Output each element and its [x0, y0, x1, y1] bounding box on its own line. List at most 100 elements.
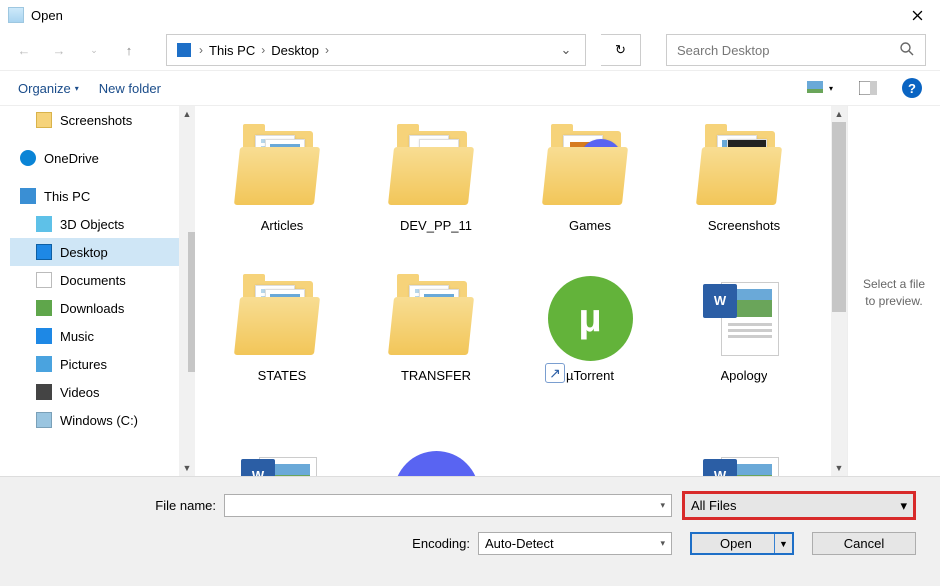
chevron-down-icon: ▾: [75, 84, 79, 93]
file-label: Articles: [261, 218, 304, 233]
tree-item-label: Pictures: [60, 357, 107, 372]
vid-icon: [36, 384, 52, 400]
encoding-value: Auto-Detect: [485, 536, 660, 551]
tree-item-desktop[interactable]: Desktop: [10, 238, 195, 266]
file-item[interactable]: [361, 421, 511, 476]
organize-label: Organize: [18, 81, 71, 96]
tree-item-screenshots[interactable]: Screenshots: [10, 106, 195, 134]
file-item[interactable]: Games: [515, 121, 665, 271]
file-item[interactable]: W Apology: [669, 271, 819, 421]
file-label: µTorrent: [566, 368, 614, 383]
encoding-select[interactable]: Auto-Detect ▾: [478, 532, 672, 555]
titlebar: Open: [0, 0, 940, 30]
back-button[interactable]: ←: [14, 40, 34, 60]
file-item[interactable]: STATES: [207, 271, 357, 421]
file-item[interactable]: Screenshots: [669, 121, 819, 271]
tree-item-3d-objects[interactable]: 3D Objects: [10, 210, 195, 238]
breadcrumb-this-pc[interactable]: This PC: [207, 41, 257, 60]
new-folder-button[interactable]: New folder: [99, 81, 161, 96]
view-mode-button[interactable]: ▾: [806, 76, 834, 100]
tree-item-onedrive[interactable]: OneDrive: [10, 144, 195, 172]
close-button[interactable]: [895, 0, 940, 30]
file-thumbnail: [697, 121, 792, 216]
forward-button[interactable]: →: [49, 40, 69, 60]
chevron-down-icon: ▾: [660, 538, 665, 549]
tree-item-label: This PC: [44, 189, 90, 204]
file-item[interactable]: W: [207, 421, 357, 476]
scroll-up-arrow[interactable]: ▲: [831, 106, 847, 122]
filetype-filter[interactable]: All Files ▾: [682, 491, 916, 520]
thumbnail-view-icon: [807, 81, 827, 95]
file-label: TRANSFER: [401, 368, 471, 383]
scroll-down-arrow[interactable]: ▼: [179, 460, 195, 476]
tree-item-this-pc[interactable]: This PC: [10, 182, 195, 210]
dialog-body: Screenshots OneDrive This PC 3D Objects Desk…: [0, 106, 940, 476]
filename-input[interactable]: ▾: [224, 494, 672, 517]
scroll-down-arrow[interactable]: ▼: [831, 460, 847, 476]
file-label: DEV_PP_11: [400, 218, 472, 233]
chevron-right-icon: ›: [195, 43, 207, 57]
tree-item-music[interactable]: Music: [10, 322, 195, 350]
file-label: Apology: [721, 368, 768, 383]
tree-item-label: Screenshots: [60, 113, 132, 128]
help-button[interactable]: ?: [902, 78, 922, 98]
file-label: Games: [569, 218, 611, 233]
tree-item-label: Documents: [60, 273, 126, 288]
file-thumbnail: [235, 271, 330, 366]
file-thumbnail: [389, 121, 484, 216]
file-thumbnail: W: [697, 271, 792, 366]
chevron-down-icon: ▾: [900, 498, 907, 514]
address-history-dropdown[interactable]: ⌄: [553, 42, 579, 58]
tree-item-videos[interactable]: Videos: [10, 378, 195, 406]
search-placeholder: Search Desktop: [677, 43, 899, 58]
scroll-up-arrow[interactable]: ▲: [179, 106, 195, 122]
filename-label: File name:: [24, 498, 224, 513]
file-item[interactable]: TRANSFER: [361, 271, 511, 421]
preview-pane-icon: [859, 81, 877, 95]
organize-menu[interactable]: Organize ▾: [18, 81, 79, 96]
preview-pane: Select a file to preview.: [847, 106, 940, 476]
file-item[interactable]: DEV_PP_11: [361, 121, 511, 271]
file-area: Articles DEV_PP_11 Games Screenshots STATES T…: [195, 106, 940, 476]
onedrive-icon: [20, 150, 36, 166]
chevron-right-icon: ›: [257, 43, 269, 57]
file-label: Screenshots: [708, 218, 780, 233]
tree-item-downloads[interactable]: Downloads: [10, 294, 195, 322]
refresh-button[interactable]: ↻: [601, 34, 641, 66]
pc-icon: [20, 188, 36, 204]
tree-item-pictures[interactable]: Pictures: [10, 350, 195, 378]
preview-message: Select a file to preview.: [863, 276, 925, 310]
up-button[interactable]: ↑: [119, 40, 139, 60]
address-bar[interactable]: › This PC › Desktop › ⌄: [166, 34, 586, 66]
tree-item-label: Desktop: [60, 245, 108, 260]
preview-pane-button[interactable]: [854, 76, 882, 100]
pic-icon: [36, 356, 52, 372]
tree-scroll-thumb[interactable]: [188, 232, 195, 372]
file-scrollbar[interactable]: ▲ ▼: [831, 106, 847, 476]
refresh-icon: ↻: [615, 42, 626, 58]
tree-scrollbar[interactable]: ▲ ▼: [179, 106, 195, 476]
tree-item-label: OneDrive: [44, 151, 99, 166]
file-item[interactable]: µ↗µTorrent: [515, 271, 665, 421]
recent-dropdown[interactable]: ⌄: [84, 40, 104, 60]
tree-item-documents[interactable]: Documents: [10, 266, 195, 294]
search-input[interactable]: Search Desktop: [666, 34, 926, 66]
pc-icon: [177, 43, 191, 57]
tree-item-windows-c-[interactable]: Windows (C:): [10, 406, 195, 434]
chevron-down-icon: ▾: [660, 500, 665, 511]
file-thumbnail: [389, 421, 484, 476]
folder-tree: Screenshots OneDrive This PC 3D Objects Desk…: [0, 106, 195, 476]
file-scroll-thumb[interactable]: [832, 122, 846, 312]
breadcrumb-desktop[interactable]: Desktop: [269, 41, 321, 60]
open-button[interactable]: Open ▼: [690, 532, 794, 555]
tree-item-label: Videos: [60, 385, 100, 400]
forward-arrow-icon: →: [53, 43, 66, 58]
file-grid[interactable]: Articles DEV_PP_11 Games Screenshots STATES T…: [195, 106, 831, 476]
cancel-button[interactable]: Cancel: [812, 532, 916, 555]
file-item[interactable]: W: [669, 421, 819, 476]
encoding-label: Encoding:: [412, 536, 478, 551]
file-item[interactable]: Articles: [207, 121, 357, 271]
open-split-dropdown[interactable]: ▼: [774, 534, 792, 553]
filter-value: All Files: [691, 498, 900, 513]
chevron-down-icon: ▾: [829, 84, 833, 93]
